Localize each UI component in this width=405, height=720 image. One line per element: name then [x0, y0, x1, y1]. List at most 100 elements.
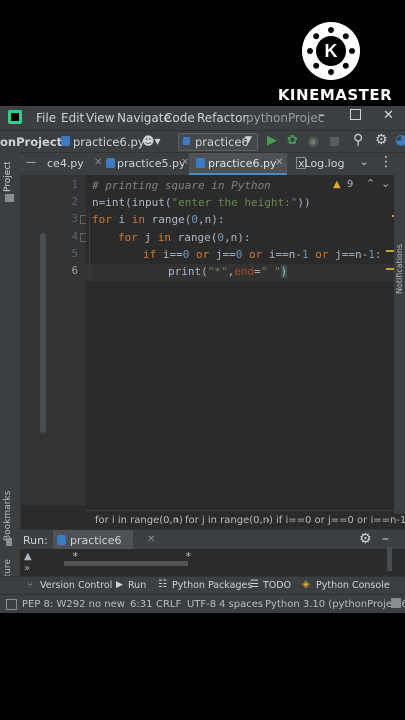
folder-icon	[5, 194, 14, 202]
navigation-toolbar: onProject6 practice6.py ☻▾ practice6 ▼ ▶…	[0, 130, 405, 153]
console-scroll-thumb[interactable]	[64, 561, 188, 566]
tabs-scroll-left-icon[interactable]: —	[26, 157, 36, 168]
tab-ce4[interactable]: ce4.py	[47, 157, 84, 170]
error-stripe-mark[interactable]	[386, 250, 394, 252]
coverage-icon[interactable]: ◉	[308, 134, 318, 148]
menu-file[interactable]: File	[36, 111, 56, 125]
status-warning[interactable]: PEP 8: W292 no new	[22, 599, 125, 610]
status-line-separator[interactable]: CRLF	[156, 599, 181, 610]
code-line-3: for i in range(0,n):	[92, 213, 225, 226]
menu-bar: File Edit View Navigate Code Refactor py…	[0, 106, 405, 130]
close-icon[interactable]: ✕	[147, 534, 155, 545]
search-icon[interactable]: ⚲	[353, 132, 363, 148]
python-file-icon	[183, 137, 190, 145]
left-tool-strip: Project Bookmarks Structure	[0, 152, 21, 601]
tab-close-icon[interactable]: ✕	[275, 157, 283, 168]
python-file-icon	[57, 535, 66, 545]
python-file-icon	[61, 136, 70, 146]
bookmark-icon	[6, 538, 12, 546]
notifications-tool-tab[interactable]: Notifications	[395, 244, 404, 294]
project-breadcrumb[interactable]: onProject6	[0, 135, 70, 149]
gear-icon[interactable]: ⚙	[359, 531, 372, 547]
code-editor[interactable]: ▲ 9 ⌃ ⌄ # printing square in Python n=in…	[86, 175, 394, 505]
gear-icon[interactable]: ⚙	[375, 132, 388, 148]
run-console[interactable]: ▲ » * *	[20, 547, 405, 577]
layout-icon[interactable]	[6, 599, 17, 610]
lock-icon[interactable]	[391, 598, 401, 608]
tab-xlog[interactable]: xLog.log	[298, 157, 344, 170]
tab-label: practice6.py	[208, 157, 277, 170]
line-number: 1	[71, 179, 78, 191]
breadcrumb-if[interactable]: if i==0 or j==0 or i==n-1 or	[276, 515, 405, 526]
menu-code[interactable]: Code	[164, 111, 195, 125]
code-line-2: n=int(input("enter the height:"))	[92, 196, 311, 209]
tool-window-bar: ⑂ Version Control ▶ Run ☷ Python Package…	[0, 576, 405, 595]
tool-version-control[interactable]: Version Control	[40, 580, 112, 591]
error-stripe-mark[interactable]	[392, 215, 394, 217]
scrollbar-thumb[interactable]	[40, 233, 46, 433]
more-icon[interactable]: ⋮	[379, 154, 393, 170]
update-icon[interactable]: ◕	[395, 132, 405, 148]
editor-tabs: — ce4.py ✕ practice5.py ✕ practice6.py ✕…	[20, 152, 405, 176]
packages-icon: ☷	[158, 579, 167, 590]
python-console-icon: ◈	[302, 579, 310, 590]
code-line-6: print("*",end=" ")	[168, 265, 288, 278]
user-icon[interactable]: ☻▾	[142, 134, 161, 148]
line-number: 4	[71, 231, 78, 243]
breadcrumb-for-i[interactable]: for i in range(0,n)	[95, 515, 183, 526]
run-config-label: practice6	[195, 135, 249, 149]
breadcrumb-for-j[interactable]: for j in range(0,n)	[185, 515, 273, 526]
python-file-icon	[196, 158, 205, 168]
close-icon[interactable]: ✕	[383, 108, 394, 123]
stop-icon[interactable]	[330, 137, 339, 146]
run-config-select[interactable]: practice6 ▼	[178, 133, 258, 151]
tool-python-console[interactable]: Python Console	[316, 580, 390, 591]
tool-run[interactable]: Run	[128, 580, 146, 591]
tab-practice5[interactable]: practice5.py	[117, 157, 185, 170]
chevron-down-icon[interactable]: ⌄	[381, 177, 390, 190]
indent-guide	[89, 212, 90, 281]
minimize-icon[interactable]: –	[318, 107, 325, 123]
menu-view[interactable]: View	[86, 111, 114, 125]
rerun-icon[interactable]: ▲	[24, 551, 32, 562]
tool-todo[interactable]: TODO	[263, 580, 291, 591]
warning-icon[interactable]: ▲	[333, 179, 341, 190]
status-interpreter[interactable]: Python 3.10 (pythonProject6)	[265, 599, 405, 610]
chevron-down-icon[interactable]: ⌄	[360, 157, 368, 168]
menu-edit[interactable]: Edit	[61, 111, 84, 125]
project-tool-tab[interactable]: Project	[3, 161, 13, 192]
logo-letter: K	[325, 41, 338, 61]
tool-python-packages[interactable]: Python Packages	[172, 580, 252, 591]
run-label: Run:	[23, 534, 48, 547]
expand-icon[interactable]: »	[24, 563, 30, 574]
watermark-text: KINEMASTER	[277, 86, 393, 104]
breadcrumb-separator: ›	[266, 515, 270, 526]
right-tool-strip: Notifications	[394, 174, 405, 514]
status-caret-position[interactable]: 6:31	[130, 599, 152, 610]
window-title: pythonProjec	[246, 111, 325, 125]
maximize-icon[interactable]	[350, 109, 361, 120]
status-indent[interactable]: 4 spaces	[219, 599, 263, 610]
line-number: 2	[71, 196, 78, 208]
code-line-5: if i==0 or j==0 or i==n-1 or j==n-1:	[143, 248, 382, 261]
error-stripe-mark[interactable]	[386, 268, 394, 270]
todo-icon: ☰	[250, 579, 259, 590]
menu-refactor[interactable]: Refactor	[197, 111, 247, 125]
version-control-icon: ⑂	[27, 580, 33, 591]
tab-close-icon[interactable]: ✕	[94, 157, 102, 168]
menu-navigate[interactable]: Navigate	[117, 111, 171, 125]
kinemaster-logo: K	[302, 22, 360, 80]
file-breadcrumb[interactable]: practice6.py	[73, 135, 145, 149]
status-bar: PEP 8: W292 no new 6:31 CRLF UTF-8 4 spa…	[0, 594, 405, 613]
status-encoding[interactable]: UTF-8	[187, 599, 216, 610]
minimize-panel-icon[interactable]: –	[382, 531, 389, 547]
bookmarks-tool-tab[interactable]: Bookmarks	[3, 491, 13, 541]
tab-practice6-active[interactable]: practice6.py ✕	[189, 153, 287, 175]
run-icon[interactable]: ▶	[267, 133, 277, 148]
chevron-up-icon[interactable]: ⌃	[366, 177, 375, 190]
console-scrollbar[interactable]	[387, 547, 392, 571]
code-breadcrumbs: for i in range(0,n) › for j in range(0,n…	[86, 510, 405, 529]
run-panel-header: Run: practice6 ✕ ⚙ –	[20, 529, 405, 552]
code-line-4: for j in range(0,n):	[118, 231, 251, 244]
debug-icon[interactable]: ✿	[287, 133, 298, 148]
